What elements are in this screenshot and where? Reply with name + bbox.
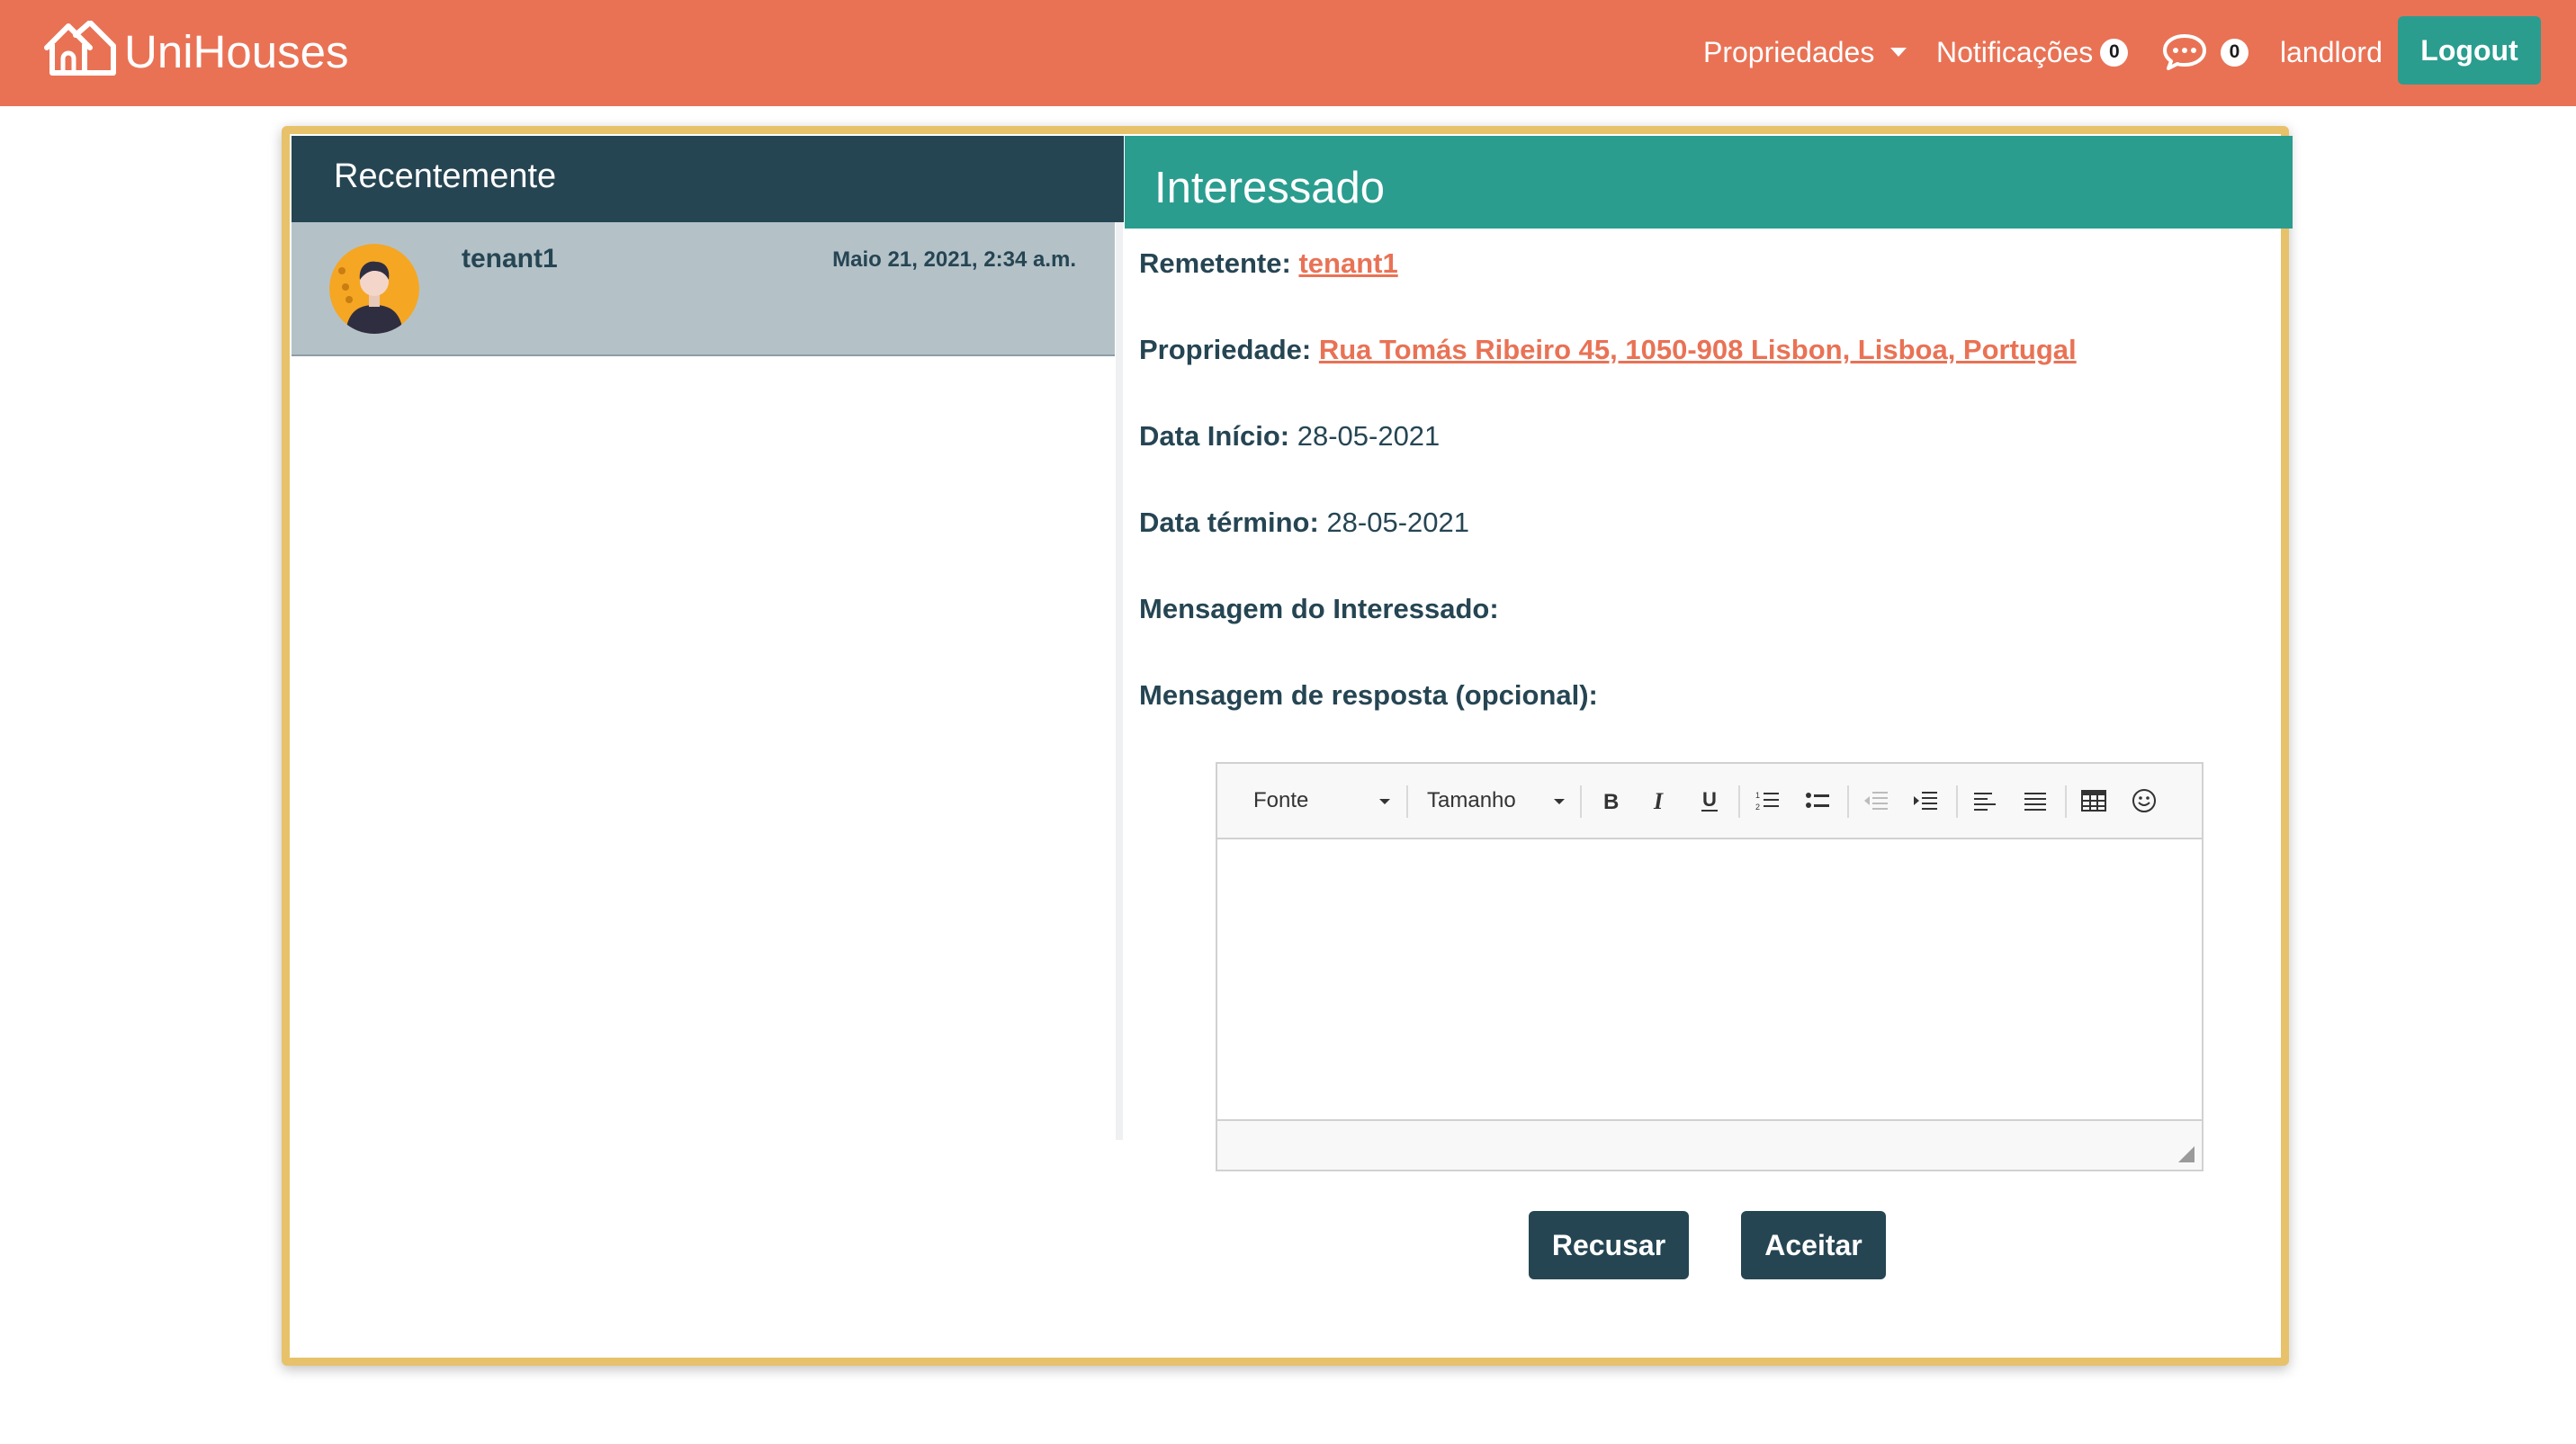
sender-link[interactable]: tenant1 bbox=[1298, 247, 1397, 279]
svg-text:U: U bbox=[1702, 788, 1717, 811]
align-left-icon[interactable] bbox=[1970, 778, 1999, 823]
end-date-label: Data término: bbox=[1139, 507, 1319, 538]
ordered-list-icon[interactable]: 12 bbox=[1753, 778, 1782, 823]
indent-icon[interactable] bbox=[1911, 778, 1940, 823]
recent-title: Recentemente bbox=[334, 157, 557, 195]
justify-icon[interactable] bbox=[2021, 778, 2050, 823]
italic-icon[interactable]: I bbox=[1646, 778, 1674, 823]
chevron-down-icon bbox=[1890, 48, 1907, 57]
emoji-icon[interactable] bbox=[2130, 778, 2159, 823]
outdent-icon[interactable] bbox=[1862, 778, 1890, 823]
size-caret-icon bbox=[1554, 799, 1565, 804]
conversation-item[interactable]: tenant1 Maio 21, 2021, 2:34 a.m. bbox=[292, 222, 1115, 356]
panel-divider bbox=[1116, 222, 1123, 1140]
recent-header: Recentemente bbox=[292, 136, 1124, 222]
toolbar-separator bbox=[1580, 785, 1582, 818]
accept-button[interactable]: Aceitar bbox=[1741, 1211, 1886, 1279]
conversation-date: Maio 21, 2021, 2:34 a.m. bbox=[832, 247, 1076, 272]
size-select[interactable]: Tamanho bbox=[1427, 778, 1516, 823]
reply-message-label: Mensagem de resposta (opcional): bbox=[1139, 679, 1598, 711]
svg-text:2: 2 bbox=[1755, 803, 1760, 812]
toolbar-separator bbox=[1847, 785, 1849, 818]
sender-field: Remetente: tenant1 bbox=[1139, 247, 1398, 280]
property-label: Propriedade: bbox=[1139, 334, 1312, 365]
properties-dropdown[interactable]: Propriedades bbox=[1703, 27, 1907, 77]
detail-title: Interessado bbox=[1154, 164, 1386, 212]
start-date-field: Data Início: 28-05-2021 bbox=[1139, 420, 1440, 453]
top-navbar: UniHouses Propriedades Notificações 0 0 … bbox=[0, 0, 2576, 106]
properties-label: Propriedades bbox=[1703, 35, 1875, 68]
notifications-label: Notificações bbox=[1936, 35, 2094, 68]
bold-icon[interactable]: B bbox=[1596, 778, 1625, 823]
table-icon[interactable] bbox=[2079, 778, 2108, 823]
end-date-field: Data término: 28-05-2021 bbox=[1139, 507, 1469, 539]
font-select[interactable]: Fonte bbox=[1253, 778, 1308, 823]
resize-handle-icon[interactable] bbox=[2178, 1146, 2195, 1162]
underline-icon[interactable]: U bbox=[1695, 778, 1724, 823]
house-logo-icon bbox=[43, 19, 117, 83]
username-label: landlord bbox=[2280, 35, 2383, 68]
messages-link[interactable]: 0 bbox=[2161, 27, 2248, 77]
size-select-label: Tamanho bbox=[1427, 788, 1516, 812]
toolbar-separator bbox=[1956, 785, 1958, 818]
notifications-link[interactable]: Notificações 0 bbox=[1936, 27, 2129, 77]
toolbar-separator bbox=[1406, 785, 1408, 818]
svg-text:B: B bbox=[1603, 790, 1619, 814]
sender-label: Remetente: bbox=[1139, 247, 1291, 279]
interested-message-label: Mensagem do Interessado: bbox=[1139, 593, 1499, 624]
notifications-badge: 0 bbox=[2100, 38, 2129, 67]
editor-toolbar: Fonte Tamanho B I U 12 bbox=[1217, 764, 2202, 839]
toolbar-separator bbox=[1738, 785, 1740, 818]
user-profile-link[interactable]: landlord bbox=[2280, 27, 2383, 77]
reply-textarea[interactable] bbox=[1217, 839, 2202, 1121]
refuse-button[interactable]: Recusar bbox=[1529, 1211, 1689, 1279]
end-date-value: 28-05-2021 bbox=[1326, 507, 1470, 538]
reply-message-field: Mensagem de resposta (opcional): bbox=[1139, 679, 1598, 712]
start-date-value: 28-05-2021 bbox=[1297, 420, 1441, 452]
detail-header: Interessado bbox=[1125, 136, 2293, 229]
property-link[interactable]: Rua Tomás Ribeiro 45, 1050-908 Lisbon, L… bbox=[1319, 334, 2077, 365]
reply-editor: Fonte Tamanho B I U 12 bbox=[1216, 762, 2204, 1171]
logout-button[interactable]: Logout bbox=[2398, 16, 2541, 85]
avatar bbox=[329, 244, 419, 334]
interested-message-field: Mensagem do Interessado: bbox=[1139, 593, 1499, 625]
font-select-label: Fonte bbox=[1253, 788, 1309, 812]
editor-statusbar bbox=[1217, 1119, 2202, 1170]
svg-text:I: I bbox=[1653, 788, 1664, 814]
bullet-list-icon[interactable] bbox=[1803, 778, 1832, 823]
conversation-name: tenant1 bbox=[462, 244, 558, 274]
chat-bubble-icon bbox=[2161, 32, 2208, 72]
start-date-label: Data Início: bbox=[1139, 420, 1290, 452]
toolbar-separator bbox=[2065, 785, 2067, 818]
brand-name: UniHouses bbox=[124, 25, 349, 77]
brand-link[interactable]: UniHouses bbox=[43, 19, 349, 83]
property-field: Propriedade: Rua Tomás Ribeiro 45, 1050-… bbox=[1139, 334, 2077, 366]
font-caret-icon bbox=[1379, 799, 1390, 804]
svg-text:1: 1 bbox=[1755, 791, 1760, 800]
messages-badge: 0 bbox=[2221, 38, 2248, 67]
